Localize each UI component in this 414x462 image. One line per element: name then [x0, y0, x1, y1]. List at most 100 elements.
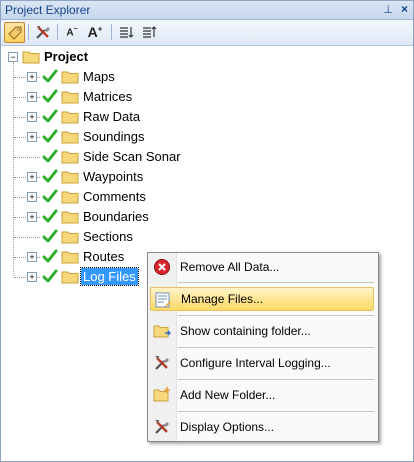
tree-item-sections[interactable]: Sections [1, 227, 201, 247]
folder-icon [61, 91, 79, 104]
tree-root-project[interactable]: − Project [1, 47, 201, 67]
folder-icon [61, 211, 79, 224]
tree-item-waypoints[interactable]: + Waypoints [1, 167, 201, 187]
menu-separator [178, 282, 374, 283]
tree-item-label: Log Files [80, 267, 139, 286]
tree-item-label: Routes [83, 249, 125, 264]
folder-icon [61, 131, 79, 144]
sort-descending-icon [143, 26, 157, 38]
check-icon[interactable] [42, 189, 58, 205]
menu-item-configure-interval-logging[interactable]: Configure Interval Logging... [150, 351, 374, 375]
expand-toggle[interactable]: + [27, 272, 37, 282]
menu-item-label: Display Options... [180, 420, 275, 434]
sort-descending-button[interactable] [139, 22, 159, 42]
menu-item-display-options[interactable]: Display Options... [150, 415, 374, 439]
tools-icon [155, 420, 169, 434]
font-increase-icon: A+ [87, 24, 103, 40]
sort-ascending-icon [120, 27, 134, 38]
tree-item-soundings[interactable]: + Soundings [1, 127, 201, 147]
tree-item-label: Boundaries [83, 209, 149, 224]
context-menu: Remove All Data... Manage Files... Show … [147, 252, 379, 442]
menu-item-remove-all-data[interactable]: Remove All Data... [150, 255, 374, 279]
check-icon[interactable] [42, 149, 58, 165]
menu-separator [178, 411, 374, 412]
check-icon[interactable] [42, 269, 58, 285]
sort-ascending-button[interactable] [116, 22, 136, 42]
check-icon[interactable] [42, 129, 58, 145]
tree-connector [14, 237, 40, 238]
menu-item-show-containing-folder[interactable]: Show containing folder... [150, 319, 374, 343]
tree-item-label: Raw Data [83, 109, 141, 124]
font-decrease-button[interactable]: A− [62, 22, 82, 42]
title-bar[interactable]: Project Explorer ⊥ × [1, 1, 413, 20]
font-increase-button[interactable]: A+ [85, 22, 105, 42]
panel-title: Project Explorer [5, 3, 91, 17]
menu-item-label: Remove All Data... [180, 260, 280, 274]
tag-icon [7, 26, 21, 40]
tag-button[interactable] [4, 22, 25, 43]
tools-icon [36, 26, 50, 39]
folder-icon [61, 171, 79, 184]
tree-connector [14, 157, 40, 158]
expand-toggle[interactable]: + [27, 92, 37, 102]
menu-separator [178, 347, 374, 348]
menu-separator [178, 315, 374, 316]
folder-icon [61, 111, 79, 124]
toolbar-separator [57, 24, 58, 40]
folder-icon [61, 271, 79, 284]
tree-item-label: Comments [83, 189, 146, 204]
tree-item-label: Sections [83, 229, 133, 244]
expand-toggle[interactable]: + [27, 192, 37, 202]
tree-item-boundaries[interactable]: + Boundaries [1, 207, 201, 227]
expand-toggle[interactable]: + [27, 132, 37, 142]
menu-separator [178, 379, 374, 380]
tree-item-label: Project [44, 49, 89, 64]
folder-icon [61, 251, 79, 264]
check-icon[interactable] [42, 69, 58, 85]
check-icon[interactable] [42, 209, 58, 225]
menu-item-label: Manage Files... [181, 292, 264, 306]
tools-button[interactable] [33, 22, 53, 42]
menu-icon-gutter [148, 253, 177, 441]
project-explorer-panel: Project Explorer ⊥ × A− A+ − Project + M… [0, 0, 414, 462]
tree-item-matrices[interactable]: + Matrices [1, 87, 201, 107]
check-icon[interactable] [42, 109, 58, 125]
tree-item-comments[interactable]: + Comments [1, 187, 201, 207]
menu-item-label: Add New Folder... [180, 388, 276, 402]
check-icon[interactable] [42, 249, 58, 265]
tools-icon [155, 356, 169, 370]
check-icon[interactable] [42, 169, 58, 185]
add-folder-icon [153, 387, 170, 402]
pin-icon[interactable]: ⊥ [383, 3, 393, 16]
folder-icon [61, 191, 79, 204]
manage-files-icon [155, 292, 171, 308]
menu-item-add-new-folder[interactable]: Add New Folder... [150, 383, 374, 407]
tree-item-raw-data[interactable]: + Raw Data [1, 107, 201, 127]
menu-item-label: Show containing folder... [180, 324, 311, 338]
tree-item-label: Matrices [83, 89, 133, 104]
folder-icon [61, 151, 79, 164]
close-icon[interactable]: × [401, 2, 408, 16]
toolbar-separator [28, 24, 29, 40]
font-decrease-icon: A− [66, 25, 78, 39]
expand-toggle[interactable]: + [27, 172, 37, 182]
folder-icon [22, 51, 40, 64]
folder-icon [61, 231, 79, 244]
tree-item-maps[interactable]: + Maps [1, 67, 201, 87]
expand-toggle[interactable]: + [27, 252, 37, 262]
toolbar: A− A+ [1, 20, 413, 46]
expand-toggle[interactable]: + [27, 212, 37, 222]
toolbar-separator [111, 24, 112, 40]
tree-item-side-scan-sonar[interactable]: Side Scan Sonar [1, 147, 201, 167]
menu-item-manage-files[interactable]: Manage Files... [150, 287, 374, 311]
expand-toggle[interactable]: + [27, 112, 37, 122]
tree-item-label: Soundings [83, 129, 145, 144]
expand-toggle[interactable]: + [27, 72, 37, 82]
menu-item-label: Configure Interval Logging... [180, 356, 331, 370]
check-icon[interactable] [42, 89, 58, 105]
folder-open-icon [153, 325, 171, 338]
check-icon[interactable] [42, 229, 58, 245]
collapse-toggle[interactable]: − [8, 52, 18, 62]
remove-icon [154, 259, 170, 275]
tree-item-label: Waypoints [83, 169, 144, 184]
